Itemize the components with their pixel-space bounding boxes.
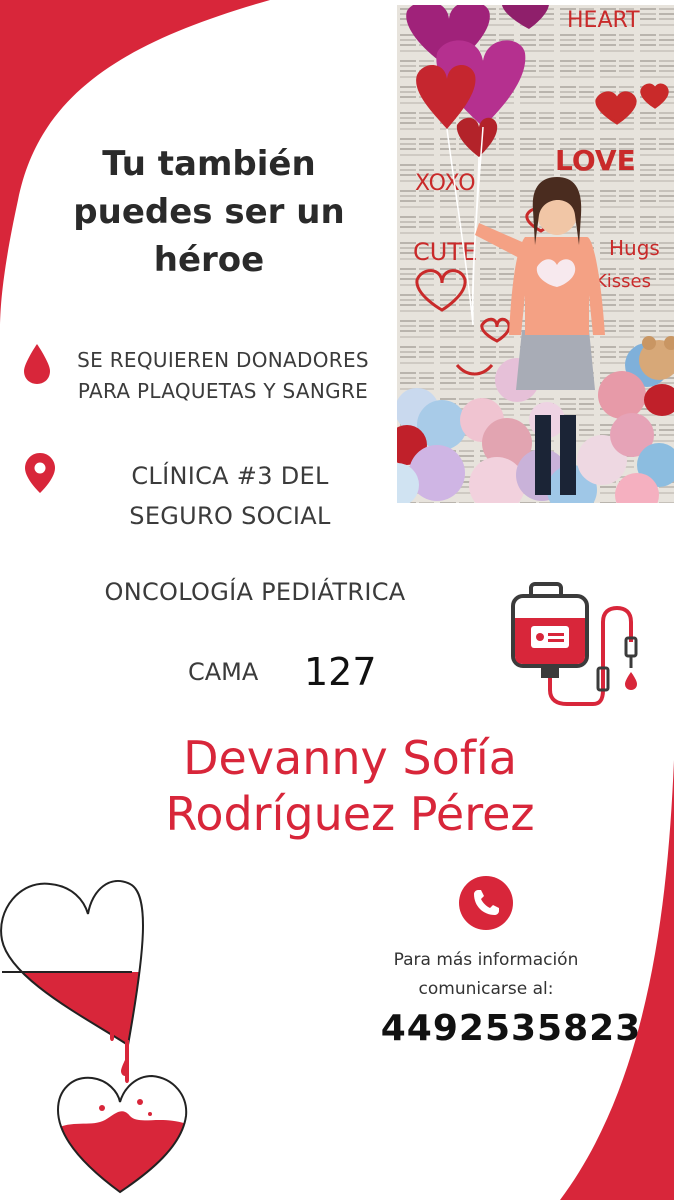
location-pin-icon [25, 453, 55, 493]
contact-label: Para más información comunicarse al: [356, 946, 616, 1004]
top-heart [0, 879, 144, 1047]
girl-with-balloons-photo: HEART LOVE XOXO CUTE Hugs Kisses [397, 5, 674, 503]
headline: Tu también puedes ser un héroe [40, 140, 378, 284]
bed-label: CAMA [188, 658, 259, 686]
contact-line-1: Para más información [393, 950, 579, 970]
donors-line-1: SE REQUIEREN DONADORES [77, 348, 369, 372]
headline-line-2: puedes ser un [73, 192, 345, 232]
donation-poster: Tu también puedes ser un héroe SE REQUIE… [0, 0, 674, 1200]
clinic-location-text: CLÍNICA #3 DEL SEGURO SOCIAL [80, 456, 380, 536]
donors-line-2: PARA PLAQUETAS Y SANGRE [77, 379, 369, 403]
patient-name-line-1: Devanny Sofía [183, 731, 517, 785]
patient-name: Devanny Sofía Rodríguez Pérez [90, 730, 610, 842]
wall-word-love: LOVE [555, 144, 636, 177]
bed-number: 127 [304, 650, 377, 694]
phone-icon [459, 876, 513, 930]
blood-drop-icon [24, 344, 50, 384]
headline-line-3: héroe [153, 240, 265, 280]
headline-line-1: Tu también [102, 144, 316, 184]
phone-number[interactable]: 4492535823 [380, 1008, 642, 1049]
wall-word-cute: CUTE [413, 238, 477, 266]
wall-word-kisses: Kisses [595, 271, 651, 292]
contact-line-2: comunicarse al: [418, 979, 554, 999]
bottom-heart [56, 1074, 188, 1194]
clinic-line-2: SEGURO SOCIAL [129, 502, 331, 530]
ward-name: ONCOLOGÍA PEDIÁTRICA [104, 578, 406, 606]
wall-word-heart: HEART [567, 8, 640, 33]
blood-bag-icon [511, 582, 638, 706]
wall-word-xoxo: XOXO [415, 171, 476, 196]
donors-needed-text: SE REQUIEREN DONADORES PARA PLAQUETAS Y … [58, 345, 388, 407]
patient-name-line-2: Rodríguez Pérez [165, 787, 535, 841]
wall-word-hugs: Hugs [609, 236, 660, 260]
dripping-hearts-illustration [0, 879, 188, 1194]
clinic-line-1: CLÍNICA #3 DEL [131, 462, 329, 490]
